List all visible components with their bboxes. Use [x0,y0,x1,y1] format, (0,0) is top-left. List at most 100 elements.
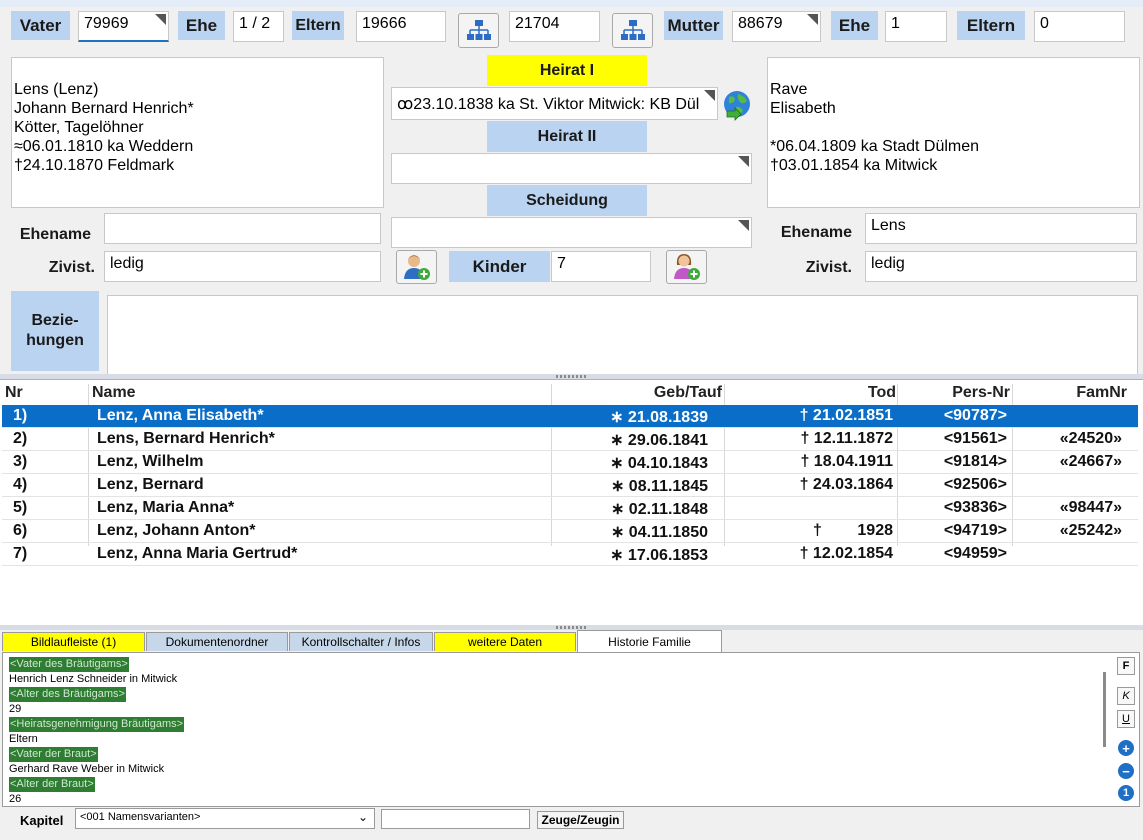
eltern-label-husband: Eltern [292,11,344,40]
row-nr: 7) [13,545,28,562]
tab-weitere-daten[interactable]: weitere Daten [434,632,576,651]
row-name: Lenz, Bernard [97,476,204,493]
bold-button[interactable]: F [1117,657,1135,675]
heirat-1-field[interactable]: ꝏ23.10.1838 ka St. Viktor Mitwick: KB Dü… [391,87,718,120]
family-tree-icon [466,19,491,40]
col-header-geb[interactable]: Geb/Tauf [654,384,722,402]
row-nr: 2) [13,430,28,447]
tab-dokumentenordner[interactable]: Dokumentenordner [146,632,288,651]
row-person-id: <92506> [943,476,1007,493]
table-row[interactable]: 6) Lenz, Johann Anton* ∗ 04.11.1850 † 1928 <… [2,520,1138,543]
notes-editor[interactable]: <Vater des Bräutigams> Henrich Lenz Schn… [2,652,1140,807]
scheidung-field[interactable] [391,217,752,248]
wife-occupation [770,118,1137,137]
row-birth: ∗ 29.06.1841 [610,432,708,449]
scheidung-label[interactable]: Scheidung [487,185,647,216]
wife-birth: *06.04.1809 ka Stadt Dülmen [770,138,980,155]
husband-info-panel[interactable]: Lens (Lenz) Johann Bernard Henrich* Kött… [11,57,384,208]
col-header-pers[interactable]: Pers-Nr [952,384,1010,402]
mutter-label: Mutter [664,11,723,40]
kapitel-label: Kapitel [20,813,64,828]
vater-id-field[interactable]: 79969 [78,11,169,42]
family-id-field[interactable]: 21704 [509,11,600,42]
ehe-field-husband[interactable]: 1 / 2 [233,11,284,42]
tab-bildlaufleiste[interactable]: Bildlaufleiste (1) [2,632,145,651]
family-tree-icon [620,19,645,40]
note-tag: <Alter der Braut> [9,777,95,792]
note-tag: <Heiratsgenehmigung Bräutigams> [9,717,185,732]
row-person-id: <91814> [943,453,1007,470]
eltern-field-wife[interactable]: 0 [1034,11,1125,42]
table-row[interactable]: 1) Lenz, Anna Elisabeth* ∗ 21.08.1839 † 21.… [2,405,1138,428]
table-row[interactable]: 7) Lenz, Anna Maria Gertrud* ∗ 17.06.1853 †… [2,543,1138,566]
row-nr: 5) [13,499,28,516]
family-tree-button-left[interactable] [458,13,499,48]
chevron-down-icon: ⌄ [357,810,368,824]
italic-button[interactable]: K [1117,687,1135,705]
husband-baptism: ≈06.01.1810 ka Weddern [14,138,194,155]
table-row[interactable]: 3) Lenz, Wilhelm ∗ 04.10.1843 † 18.04.1911 <… [2,451,1138,474]
wife-given-names: Elisabeth [770,100,836,117]
col-header-tod[interactable]: Tod [868,384,896,402]
kapitel-text-input[interactable] [381,809,530,829]
beziehungen-label-line1: Bezie- [31,312,79,329]
row-death: † 12.11.1872 [800,430,893,447]
zivist-field-wife[interactable]: ledig [865,251,1137,282]
beziehungen-field[interactable] [107,295,1138,375]
mutter-id-field[interactable]: 88679 [732,11,821,42]
underline-button[interactable]: U [1117,710,1135,728]
globe-button[interactable] [721,89,753,121]
add-daughter-button[interactable] [666,250,707,284]
reset-zoom-icon[interactable]: 1 [1118,785,1134,801]
row-death: † 21.02.1851 [799,407,893,424]
row-name: Lens, Bernard Henrich* [97,430,275,447]
col-header-name[interactable]: Name [92,384,136,402]
zoom-in-icon[interactable]: + [1118,740,1134,756]
heirat-1-label[interactable]: Heirat I [487,55,647,86]
heirat-2-field[interactable] [391,153,752,184]
ehe-label-husband: Ehe [178,11,225,40]
row-death: † 18.04.1911 [800,453,893,470]
kinder-count-field[interactable]: 7 [551,251,651,282]
note-text: 29 [9,703,22,715]
note-tag: <Vater der Braut> [9,747,98,762]
heirat-2-label[interactable]: Heirat II [487,121,647,152]
table-row[interactable]: 4) Lenz, Bernard ∗ 08.11.1845 † 24.03.1864 <… [2,474,1138,497]
row-name: Lenz, Anna Elisabeth* [97,407,264,424]
beziehungen-label-line2: hungen [26,332,84,349]
tab-kontrollschalter[interactable]: Kontrollschalter / Infos [289,632,433,651]
row-family-id: «24667» [1059,453,1122,470]
row-family-id: «24520» [1059,430,1122,447]
kapitel-select-value: <001 Namensvarianten> [80,811,201,823]
husband-death: †24.10.1870 Feldmark [14,157,175,174]
zivist-field-husband[interactable]: ledig [104,251,381,282]
eltern-field-husband[interactable]: 19666 [356,11,446,42]
note-tag: <Alter des Bräutigams> [9,687,126,702]
table-row[interactable]: 2) Lens, Bernard Henrich* ∗ 29.06.1841 † 12… [2,428,1138,451]
table-row[interactable]: 5) Lenz, Maria Anna* ∗ 02.11.1848 <93836> «9… [2,497,1138,520]
col-header-nr[interactable]: Nr [5,384,23,402]
globe-icon [724,91,750,121]
ehename-field-husband[interactable] [104,213,381,244]
ehe-field-wife[interactable]: 1 [885,11,947,42]
family-tree-button-right[interactable] [612,13,653,48]
row-nr: 3) [13,453,28,470]
kapitel-select[interactable]: <001 Namensvarianten> ⌄ [75,808,375,829]
top-strip [0,0,1143,7]
row-name: Lenz, Johann Anton* [97,522,256,539]
lower-splitter[interactable] [0,625,1143,630]
ehe-label-wife: Ehe [831,11,878,40]
row-name: Lenz, Maria Anna* [97,499,235,516]
ehename-field-wife[interactable]: Lens [865,213,1137,244]
wife-info-panel[interactable]: Rave Elisabeth *06.04.1809 ka Stadt Dülm… [767,57,1140,208]
notes-scrollbar[interactable] [1103,672,1106,747]
row-person-id: <91561> [943,430,1007,447]
col-header-fam[interactable]: FamNr [1076,384,1127,402]
husband-given-names: Johann Bernard Henrich* [14,100,194,117]
beziehungen-label: Bezie- hungen [11,291,99,371]
tab-historie-familie[interactable]: Historie Familie [577,630,722,652]
row-nr: 4) [13,476,28,493]
zoom-out-icon[interactable]: − [1118,763,1134,779]
zeuge-button[interactable]: Zeuge/Zeugin [537,811,624,829]
add-son-button[interactable] [396,250,437,284]
